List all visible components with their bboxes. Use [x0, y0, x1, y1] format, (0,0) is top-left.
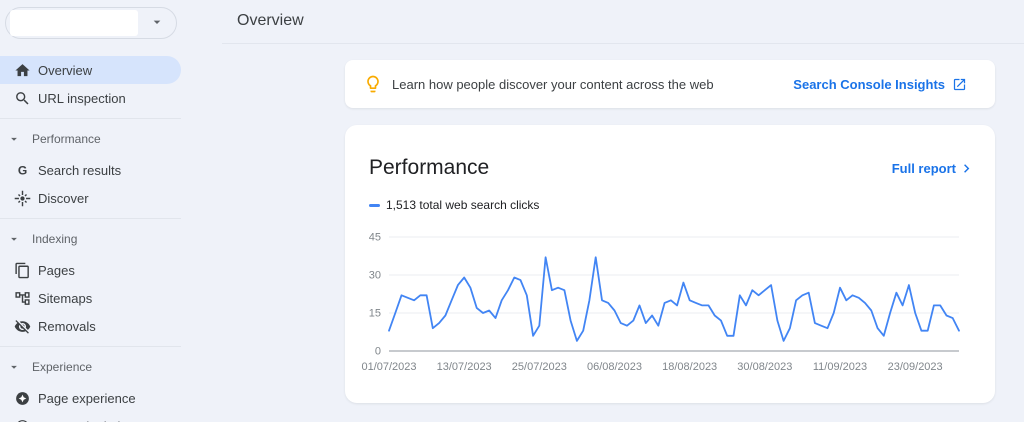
legend-marker	[369, 203, 380, 207]
property-name-blank	[10, 10, 138, 36]
sidebar-item-overview[interactable]: Overview	[0, 56, 181, 84]
chevron-right-icon	[958, 160, 975, 177]
spark-icon	[13, 189, 31, 207]
sidebar-item-label: Pages	[38, 262, 75, 278]
sidebar-divider	[0, 118, 181, 119]
clicks-series-line	[388, 256, 960, 342]
eye-off-icon	[13, 317, 31, 335]
sidebar-item-url-inspection[interactable]: URL inspection	[0, 84, 181, 112]
svg-text:G: G	[17, 163, 26, 177]
sidebar-section-experience[interactable]: Experience	[0, 356, 181, 378]
sidebar: Overview URL inspection Performance G Search…	[0, 0, 181, 422]
search-console-app: Overview URL inspection Performance G Search…	[0, 0, 1024, 422]
sidebar-item-label: Page experience	[38, 390, 136, 406]
gauge-icon	[13, 417, 31, 422]
insights-banner: Learn how people discover your content a…	[345, 60, 995, 108]
sidebar-item-label: Removals	[38, 318, 96, 334]
sidebar-divider	[0, 218, 181, 219]
caret-down-icon	[7, 360, 21, 374]
x-tick-label: 18/08/2023	[662, 361, 717, 373]
g-logo-icon: G	[13, 161, 31, 179]
sidebar-nav: Overview URL inspection Performance G Search…	[0, 50, 181, 422]
search-icon	[13, 89, 31, 107]
sidebar-item-page-experience[interactable]: Page experience	[0, 384, 181, 412]
insights-link-label: Search Console Insights	[793, 76, 945, 92]
x-tick-label: 06/08/2023	[587, 361, 642, 373]
sidebar-section-performance[interactable]: Performance	[0, 128, 181, 150]
section-label: Experience	[32, 360, 93, 374]
performance-card-title: Performance	[369, 156, 490, 179]
property-selector[interactable]	[5, 7, 177, 39]
sidebar-divider	[0, 346, 181, 347]
sidebar-item-label: Search results	[38, 162, 122, 178]
y-tick-label: 15	[369, 308, 381, 320]
chart-legend: 1,513 total web search clicks	[369, 198, 539, 212]
sidebar-item-label: Discover	[38, 190, 89, 206]
y-tick-label: 30	[369, 270, 381, 282]
banner-message: Learn how people discover your content a…	[392, 76, 714, 92]
home-icon	[13, 61, 31, 79]
y-tick-label: 0	[375, 346, 381, 358]
sidebar-item-label: Core web vitals	[38, 419, 127, 422]
sidebar-item-pages[interactable]: Pages	[0, 256, 181, 284]
lightbulb-icon	[363, 74, 383, 94]
page-title: Overview	[237, 12, 304, 29]
title-divider	[222, 43, 1024, 44]
sidebar-item-core-web-vitals[interactable]: Core web vitals	[0, 412, 181, 422]
sidebar-item-label: Overview	[38, 62, 93, 78]
performance-card: Performance Full report 1,513 total web …	[345, 125, 995, 403]
caret-down-icon	[7, 132, 21, 146]
x-tick-label: 13/07/2023	[437, 361, 492, 373]
x-tick-label: 11/09/2023	[813, 361, 867, 373]
search-console-insights-link[interactable]: Search Console Insights	[793, 77, 967, 92]
clicks-line-chart[interactable]: 0 15 30 45 01/07/2023 13/07/2023 25/07/2023 06/…	[355, 225, 975, 385]
caret-down-icon	[7, 232, 21, 246]
sidebar-item-discover[interactable]: Discover	[0, 184, 181, 212]
x-tick-label: 23/09/2023	[888, 361, 943, 373]
section-label: Indexing	[32, 232, 78, 246]
sidebar-item-label: Sitemaps	[38, 290, 93, 306]
pages-icon	[13, 261, 31, 279]
y-tick-label: 45	[369, 232, 381, 244]
sidebar-item-label: URL inspection	[38, 90, 126, 106]
sidebar-section-indexing[interactable]: Indexing	[0, 228, 181, 250]
legend-label: 1,513 total web search clicks	[386, 198, 540, 212]
sidebar-item-sitemaps[interactable]: Sitemaps	[0, 284, 181, 312]
open-in-new-icon	[952, 77, 967, 92]
sidebar-item-search-results[interactable]: G Search results	[0, 156, 181, 184]
x-tick-label: 01/07/2023	[361, 361, 416, 373]
sidebar-item-removals[interactable]: Removals	[0, 312, 181, 340]
full-report-label: Full report	[891, 161, 956, 176]
page-experience-icon	[13, 389, 31, 407]
caret-down-icon	[149, 14, 165, 30]
x-tick-label: 30/08/2023	[737, 361, 792, 373]
full-report-link[interactable]: Full report	[892, 160, 975, 177]
section-label: Performance	[32, 132, 101, 146]
sitemap-icon	[13, 289, 31, 307]
x-tick-label: 25/07/2023	[512, 361, 567, 373]
